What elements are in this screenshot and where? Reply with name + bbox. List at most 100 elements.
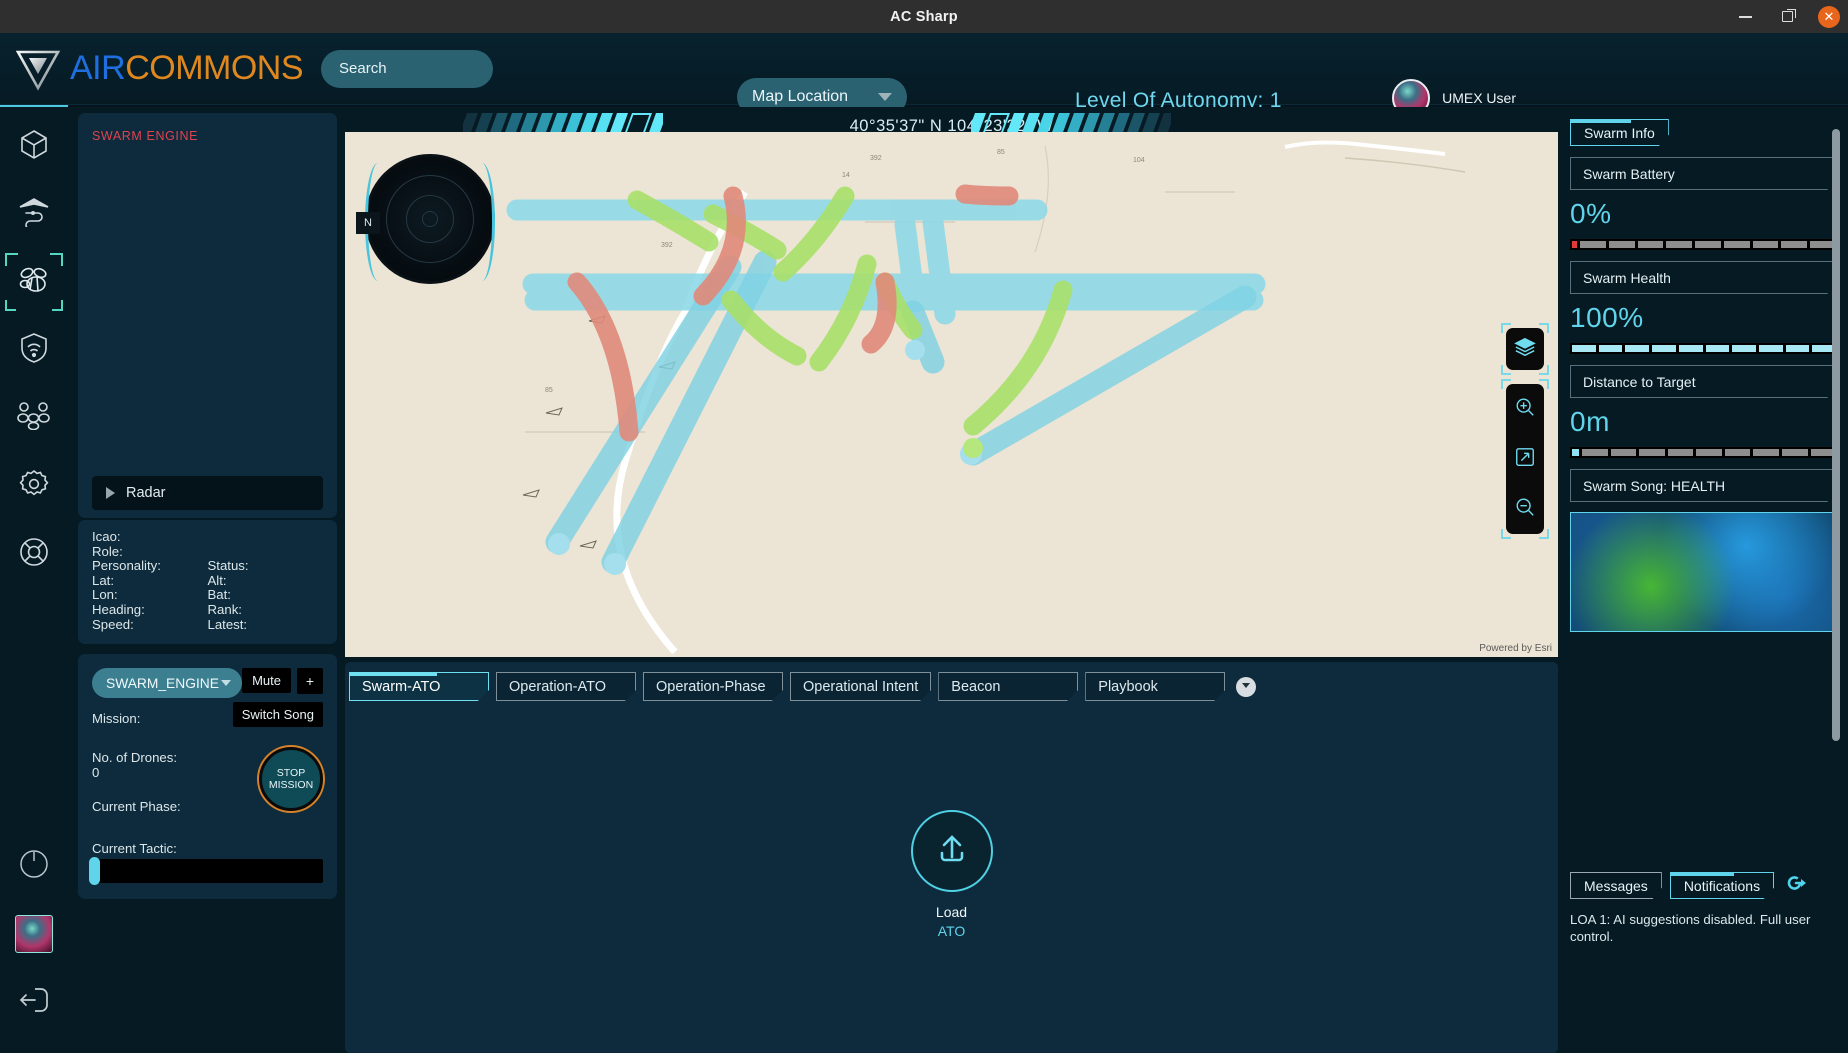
power-button[interactable] (11, 843, 57, 889)
tab-operational-intent-label: Operational Intent (803, 678, 919, 695)
radar-accordion[interactable]: Radar (92, 476, 323, 510)
lifebuoy-icon (18, 536, 50, 573)
tab-swarm-ato-label: Swarm-ATO (362, 678, 441, 695)
mission-control-card: SWARM_ENGINE Mute + Switch Song Mission:… (78, 654, 337, 900)
map-zoom-in-button[interactable] (1506, 384, 1544, 434)
brand-logo: AIRCOMMONS (0, 45, 304, 93)
load-label: Load (935, 904, 968, 920)
search-placeholder: Search (339, 60, 387, 77)
map-controls-top (1501, 323, 1549, 375)
stop-mission-button[interactable]: STOP MISSION (259, 747, 323, 812)
compass-north-label: N (356, 212, 380, 234)
map-layers-button[interactable] (1501, 323, 1549, 375)
username-label: UMEX User (1442, 90, 1516, 106)
right-panel-scrollbar[interactable] (1832, 129, 1840, 741)
minimize-button[interactable] (1734, 6, 1756, 28)
notification-message: LOA 1: AI suggestions disabled. Full use… (1570, 912, 1811, 944)
add-button[interactable]: + (296, 668, 323, 695)
tab-notifications-label: Notifications (1683, 877, 1761, 894)
layers-icon (1514, 336, 1536, 363)
stop-mission-line2: MISSION (268, 779, 314, 792)
tab-swarm-ato[interactable]: Swarm-ATO (349, 672, 489, 701)
user-avatar-thumbnail[interactable] (11, 911, 57, 957)
tab-operation-ato[interactable]: Operation-ATO (496, 672, 636, 701)
field-personality: Personality: (92, 558, 161, 574)
map-controls-zoom (1501, 379, 1549, 539)
swarm-health-value: 100% (1570, 302, 1644, 333)
engine-select[interactable]: SWARM_ENGINE (92, 668, 242, 699)
mute-button[interactable]: Mute (242, 668, 291, 694)
tab-notifications[interactable]: Notifications (1669, 872, 1775, 899)
bottom-panel: Swarm-ATO Operation-ATO Operation-Phase … (345, 662, 1558, 1053)
nodes-group-icon (17, 401, 51, 435)
sidebar-item-settings[interactable] (11, 463, 57, 509)
tab-swarm-info-label: Swarm Info (1584, 124, 1655, 141)
left-panel: SWARM ENGINE Radar Icao: Role: Personali… (68, 107, 345, 1053)
sidebar-item-assets[interactable] (11, 123, 57, 169)
field-lat: Lat: (92, 572, 114, 588)
swarm-battery-value: 0% (1570, 198, 1612, 229)
tab-beacon-label: Beacon (951, 678, 1001, 695)
map-attribution: Powered by Esri (1479, 643, 1552, 654)
sidebar-item-teams[interactable] (11, 395, 57, 441)
fullscreen-icon (1514, 446, 1536, 473)
tab-operational-intent[interactable]: Operational Intent (790, 672, 932, 701)
tab-beacon[interactable]: Beacon (938, 672, 1079, 701)
icon-rail (0, 105, 68, 1053)
bottom-tab-row: Swarm-ATO Operation-ATO Operation-Phase … (345, 662, 1558, 701)
bee-swarm-icon (18, 265, 50, 300)
app-header: AIRCOMMONS Search Map Location Level Of … (0, 33, 1848, 117)
distance-to-target-bar (1570, 447, 1838, 458)
user-avatar-icon (15, 915, 53, 953)
swarm-battery-label: Swarm Battery (1570, 157, 1838, 190)
sidebar-item-swarm[interactable] (5, 253, 63, 311)
window-controls: ✕ (1734, 0, 1840, 33)
tab-operation-phase[interactable]: Operation-Phase (643, 672, 783, 701)
field-speed: Speed: (92, 616, 134, 632)
compass-arc-right (469, 163, 495, 281)
field-heading: Heading: (92, 601, 145, 617)
sidebar-item-support[interactable] (11, 531, 57, 577)
triangle-right-icon (106, 487, 115, 499)
switch-song-button[interactable]: Switch Song (232, 702, 323, 728)
field-latest: Latest: (207, 616, 248, 632)
search-input[interactable]: Search (321, 49, 494, 88)
map-location-label: Map Location (752, 88, 849, 105)
cube-icon (18, 128, 50, 165)
tab-messages-label: Messages (1584, 877, 1648, 894)
map-compass[interactable]: N (356, 154, 495, 284)
field-status: Status: (207, 558, 249, 574)
field-rank: Rank: (207, 601, 242, 617)
swarm-engine-title: SWARM ENGINE (92, 129, 199, 143)
sidebar-item-flight-path[interactable] (11, 191, 57, 237)
tab-playbook[interactable]: Playbook (1085, 672, 1226, 701)
application-window: AC Sharp ✕ AIRCOMMONS Search Map Locatio… (0, 0, 1848, 1053)
progress-knob[interactable] (89, 857, 100, 886)
load-sublabel: ATO (937, 923, 966, 939)
swarm-engine-card: SWARM ENGINE Radar (78, 113, 337, 518)
close-button[interactable]: ✕ (1818, 5, 1840, 28)
sidebar-item-security[interactable] (11, 327, 57, 373)
upload-icon (931, 828, 973, 875)
logout-button[interactable] (11, 979, 57, 1025)
refresh-icon[interactable] (1786, 872, 1810, 899)
tab-overflow-button[interactable] (1236, 676, 1257, 697)
logo-commons-text: COMMONS (125, 49, 304, 87)
messages-zone: Messages Notifications LOA 1: AI suggest… (1570, 872, 1838, 945)
tab-swarm-info[interactable]: Swarm Info (1570, 119, 1669, 146)
load-ato-button[interactable]: Load ATO (910, 810, 993, 939)
map-zoom-out-button[interactable] (1506, 484, 1544, 534)
chevron-down-icon (878, 93, 892, 101)
aircraft-info-fields: Icao: Role: Personality: Status: Lat: Al… (78, 520, 337, 645)
swarm-health-label: Swarm Health (1570, 261, 1838, 294)
svg-text:104: 104 (1133, 157, 1145, 164)
tactical-map[interactable]: 392 85 14 104 392 85 N Powered by Esri (345, 132, 1558, 657)
mission-progress-slider[interactable] (89, 857, 323, 886)
brand-name: AIRCOMMONS (70, 49, 304, 88)
zoom-out-icon (1514, 496, 1536, 523)
distance-to-target-label: Distance to Target (1570, 365, 1838, 398)
tab-messages[interactable]: Messages (1570, 872, 1662, 899)
map-fullscreen-button[interactable] (1506, 434, 1544, 484)
maximize-button[interactable] (1776, 6, 1798, 28)
right-panel: Swarm Info Swarm Battery 0% Swarm Health… (1558, 107, 1848, 1053)
